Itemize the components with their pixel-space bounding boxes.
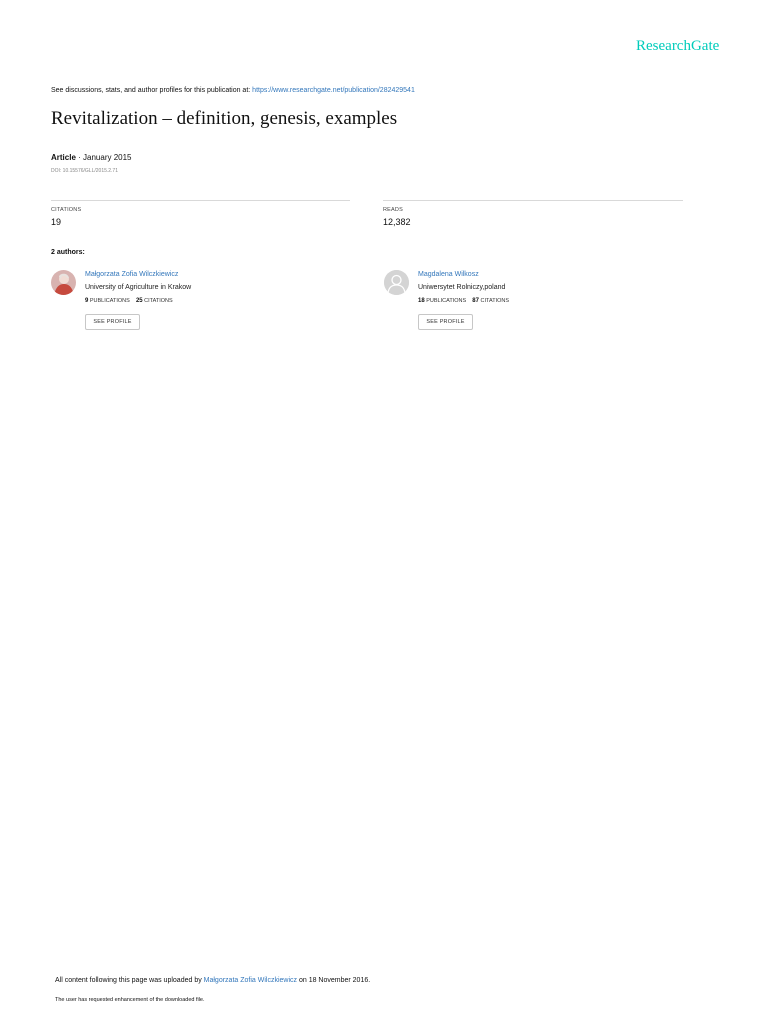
citations-divider: [51, 200, 350, 201]
see-profile-button[interactable]: SEE PROFILE: [85, 314, 140, 330]
researchgate-logo[interactable]: ResearchGate: [636, 38, 719, 55]
intro-line: See discussions, stats, and author profi…: [51, 87, 415, 94]
author-counts: 18 PUBLICATIONS 87 CITATIONS: [418, 298, 509, 304]
publication-link[interactable]: https://www.researchgate.net/publication…: [252, 87, 415, 94]
uploader-link[interactable]: Małgorzata Zofia Wilczkiewicz: [204, 977, 297, 984]
upload-note: All content following this page was uplo…: [55, 977, 370, 984]
author-name[interactable]: Magdalena Wilkosz: [418, 271, 479, 278]
author-institution: Uniwersytet Rolniczy,poland: [418, 284, 506, 291]
publication-doi: DOI: 10.15576/GLL/2015.2.71: [51, 168, 118, 174]
citations-label: CITATIONS: [480, 298, 510, 304]
publications-label: PUBLICATIONS: [426, 298, 467, 304]
publications-count: 18: [418, 298, 425, 304]
intro-text: See discussions, stats, and author profi…: [51, 87, 253, 94]
citations-count: 87: [472, 298, 479, 304]
publication-date: · January 2015: [78, 153, 132, 162]
author-name[interactable]: Małgorzata Zofia Wilczkiewicz: [85, 271, 178, 278]
publication-title: Revitalization – definition, genesis, ex…: [51, 108, 398, 129]
citations-count: 25: [135, 298, 143, 304]
upload-suffix: on 18 November 2016.: [297, 977, 371, 984]
reads-divider: [383, 200, 683, 201]
authors-heading: 2 authors:: [51, 249, 85, 256]
publication-meta: Article · January 2015: [51, 153, 132, 162]
see-profile-button[interactable]: SEE PROFILE: [418, 314, 473, 330]
reads-value: 12,382: [383, 217, 411, 227]
avatar[interactable]: [384, 270, 409, 295]
default-user-icon: [384, 270, 409, 295]
author-counts: 9 PUBLICATIONS 25 CITATIONS: [85, 298, 173, 304]
author-photo-icon: [51, 270, 76, 295]
publications-label: PUBLICATIONS: [89, 298, 130, 304]
citations-value: 19: [51, 217, 62, 227]
reads-label: READS: [383, 207, 403, 213]
author-institution: University of Agriculture in Krakow: [85, 284, 192, 291]
citations-label: CITATIONS: [144, 298, 173, 304]
upload-prefix: All content following this page was uplo…: [55, 977, 204, 984]
citations-label: CITATIONS: [51, 207, 82, 213]
avatar[interactable]: [51, 270, 76, 295]
publication-type: Article: [51, 153, 76, 162]
enhancement-note: The user has requested enhancement of th…: [55, 997, 205, 1003]
publications-count: 9: [85, 298, 89, 304]
